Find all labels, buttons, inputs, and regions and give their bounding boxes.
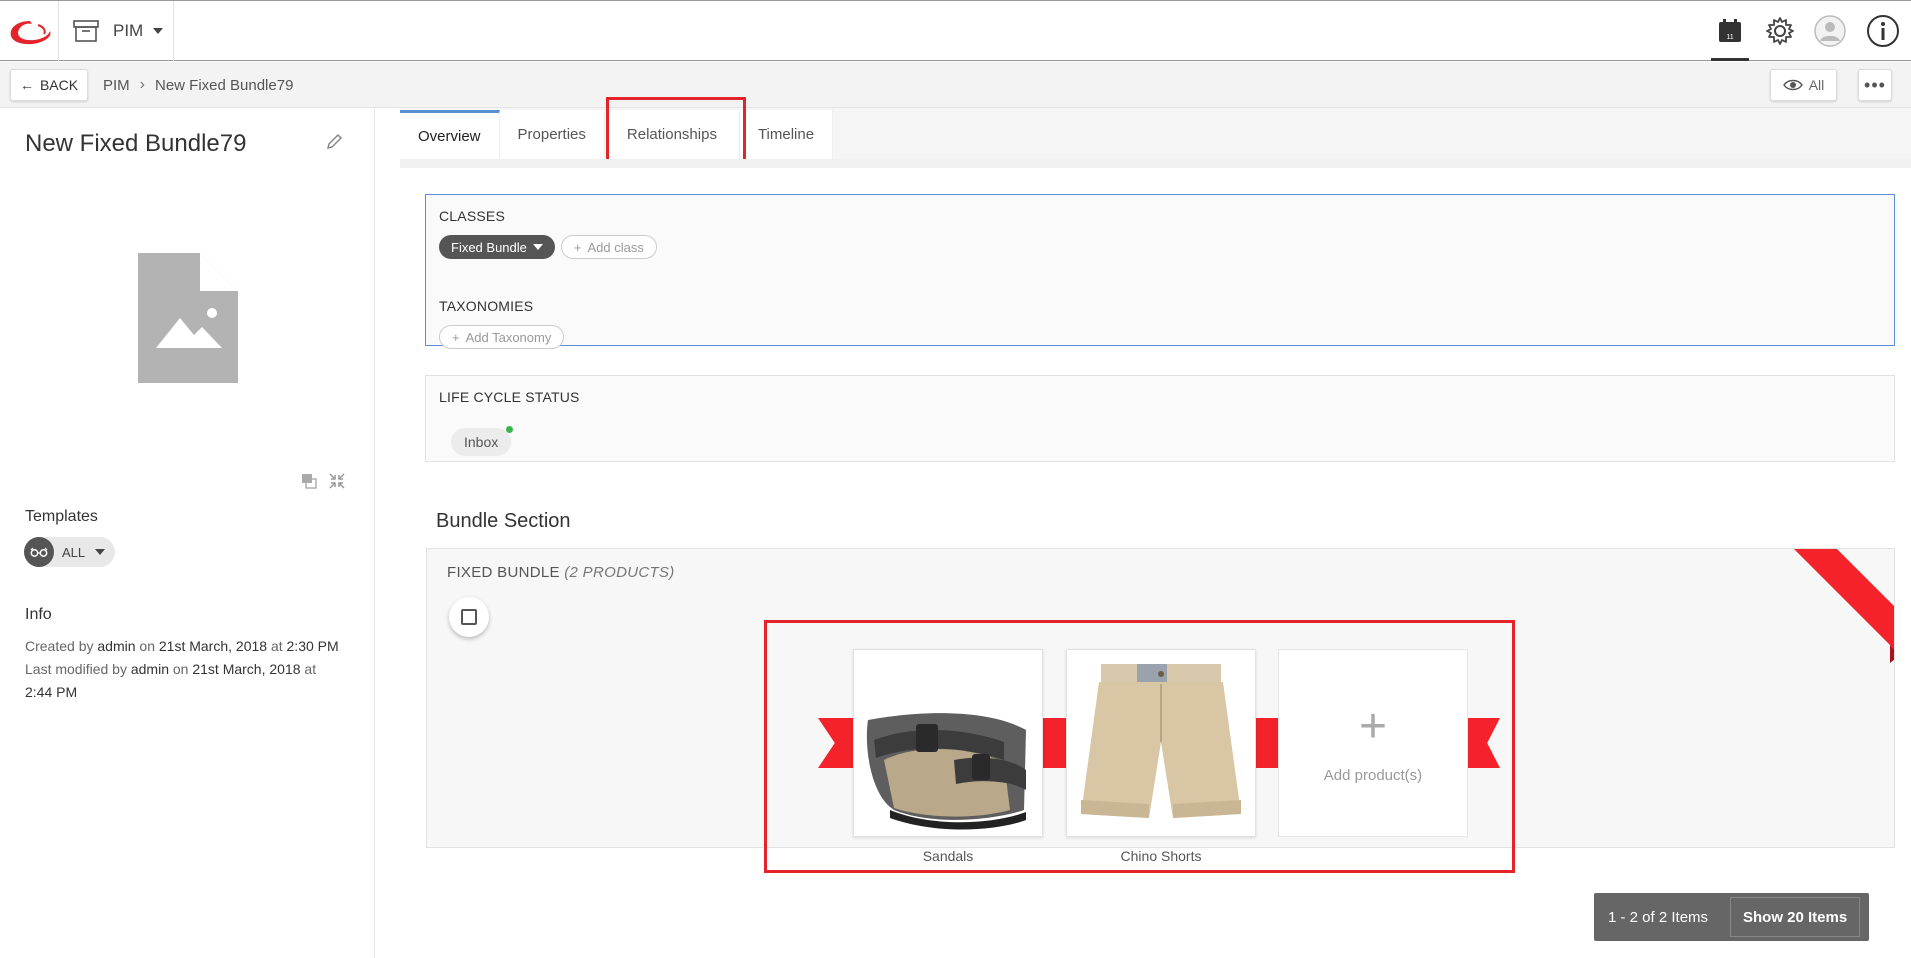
info-icon <box>1867 15 1899 47</box>
created-by-user: admin <box>97 638 136 654</box>
more-options-button[interactable]: ••• <box>1858 69 1892 101</box>
info-button[interactable] <box>1855 1 1911 61</box>
products-highlight <box>764 620 1515 873</box>
templates-value: ALL <box>62 544 86 560</box>
chevron-right-icon: › <box>139 76 145 93</box>
app-switcher[interactable]: PIM <box>58 1 174 61</box>
classes-card: CLASSES Fixed Bundle + Add class TAXONOMI… <box>425 194 1895 349</box>
glasses-icon <box>24 537 54 567</box>
templates-label: Templates <box>25 508 98 525</box>
arrow-left-icon: ← <box>19 77 34 93</box>
page-size-button[interactable]: Show 20 Items <box>1730 897 1861 937</box>
pagination-range: 1 - 2 of 2 Items <box>1608 908 1709 926</box>
status-dot <box>506 426 514 433</box>
pagination-bar: 1 - 2 of 2 Items Show 20 Items <box>1594 893 1869 941</box>
eye-icon <box>1782 79 1803 91</box>
taxonomies-heading: TAXONOMIES <box>439 298 534 314</box>
back-button[interactable]: ← BACK <box>10 69 88 101</box>
breadcrumb-item-pim[interactable]: PIM <box>103 77 130 94</box>
tab-properties[interactable]: Properties <box>499 110 605 159</box>
app-label: PIM <box>113 21 144 40</box>
add-class-button[interactable]: + Add class <box>560 235 657 259</box>
class-chip-fixed-bundle[interactable]: Fixed Bundle <box>439 235 555 259</box>
calendar-button[interactable]: 11 <box>1705 1 1755 61</box>
settings-button[interactable] <box>1755 1 1805 61</box>
lifecycle-card: LIFE CYCLE STATUS Inbox <box>425 375 1895 462</box>
bundle-section-title: Bundle Section <box>436 510 571 532</box>
chevron-down-icon <box>153 28 164 34</box>
plus-icon: + <box>452 329 460 345</box>
more-icon: ••• <box>1864 74 1886 95</box>
pencil-icon[interactable] <box>325 133 343 151</box>
plus-icon: + <box>573 239 582 255</box>
classes-heading: CLASSES <box>439 208 505 224</box>
chevron-down-icon <box>532 244 543 250</box>
view-filter-label: All <box>1808 77 1825 93</box>
tab-relationships[interactable]: Relationships <box>604 110 740 159</box>
back-label: BACK <box>39 77 79 93</box>
svg-text:11: 11 <box>1726 34 1733 41</box>
breadcrumb: PIM › New Fixed Bundle79 <box>103 76 293 94</box>
calendar-icon: 11 <box>1719 19 1741 42</box>
created-date: 21st March, 2018 <box>158 638 268 654</box>
product-count: (2 PRODUCTS) <box>564 564 675 581</box>
modified-date: 21st March, 2018 <box>192 661 301 677</box>
chevron-down-icon <box>95 549 106 555</box>
entity-sidebar: New Fixed Bundle79 Templates ALL Info Cr… <box>0 108 375 958</box>
gear-icon <box>1766 17 1794 45</box>
logo-icon[interactable] <box>8 19 52 47</box>
info-details: Created by admin on 21st March, 2018 at … <box>25 638 339 700</box>
status-badge[interactable]: Inbox <box>451 426 514 456</box>
lifecycle-heading: LIFE CYCLE STATUS <box>439 389 580 405</box>
tab-overview[interactable]: Overview <box>400 110 500 159</box>
top-bar: PIM 11 <box>0 0 1911 61</box>
fixed-bundle-heading: FIXED BUNDLE (2 PRODUCTS) <box>447 564 675 581</box>
thumbnail-tools <box>300 472 346 490</box>
user-icon <box>1814 15 1846 47</box>
tab-bar: Overview Properties Relationships Timeli… <box>400 110 834 159</box>
add-taxonomy-button[interactable]: + Add Taxonomy <box>439 325 565 349</box>
change-image-icon[interactable] <box>300 472 318 490</box>
user-button[interactable] <box>1805 1 1855 61</box>
created-time: 2:30 PM <box>286 638 339 654</box>
sub-bar: ← BACK PIM › New Fixed Bundle79 All ••• <box>0 62 1911 108</box>
archive-icon <box>73 20 99 42</box>
templates-selector[interactable]: ALL <box>24 537 115 567</box>
modified-time: 2:44 PM <box>25 684 78 700</box>
breadcrumb-item-current: New Fixed Bundle79 <box>155 76 294 94</box>
collapse-icon[interactable] <box>328 472 346 490</box>
select-all-checkbox[interactable] <box>449 597 489 637</box>
view-filter-button[interactable]: All <box>1770 69 1837 101</box>
image-placeholder-icon <box>138 253 238 383</box>
info-heading: Info <box>25 606 52 623</box>
entity-title: New Fixed Bundle79 <box>25 130 247 157</box>
modified-by-user: admin <box>130 661 169 677</box>
tab-timeline[interactable]: Timeline <box>739 110 834 159</box>
ribbon-decoration <box>1794 549 1894 663</box>
